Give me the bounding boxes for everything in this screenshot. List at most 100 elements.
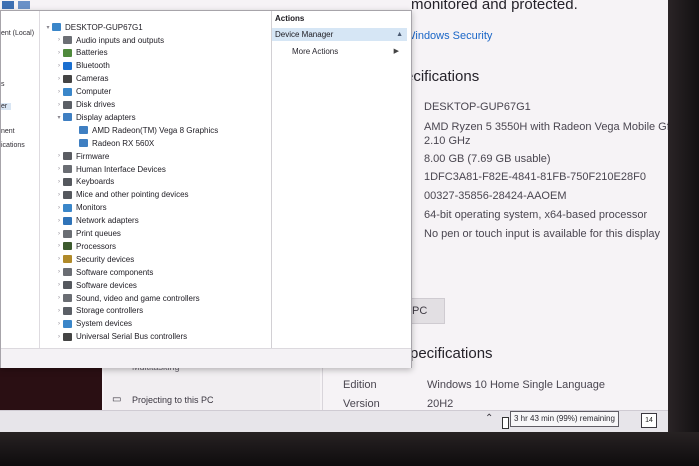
tree-item-label: Security devices [76,254,135,264]
windows-security-link[interactable]: Windows Security [405,30,492,42]
toolbar-icon[interactable] [2,1,14,9]
tree-item[interactable]: Radeon RX 560X [71,137,154,149]
nav-item[interactable]: s [1,81,5,88]
sound-icon [63,294,72,302]
tree-item[interactable]: › Computer [55,86,111,98]
tree-item-label: Print queues [76,229,121,238]
hid-icon [63,165,72,173]
chevron-up-icon[interactable]: ⌃ [485,413,493,424]
chevron-right-icon[interactable]: › [55,102,63,108]
chevron-right-icon[interactable]: › [55,218,63,224]
divider [322,362,323,410]
tree-item-label: Sound, video and game controllers [76,293,200,303]
computer-management-nav: ent (Local) s er nent ications [1,11,40,348]
chevron-right-icon[interactable]: › [55,192,63,198]
tree-item[interactable]: › Audio inputs and outputs [55,34,164,46]
monitor-bezel-right [668,0,699,466]
chevron-right-icon[interactable]: › [55,179,63,185]
tree-item[interactable]: › Universal Serial Bus controllers [55,331,187,343]
toolbar-monitor-icon[interactable] [18,1,30,9]
chevron-down-icon[interactable]: ▾ [44,24,52,31]
tree-item[interactable]: › Disk drives [55,99,115,111]
nav-item[interactable]: nent [1,128,15,135]
nav-projecting[interactable]: Projecting to this PC [132,395,214,405]
chevron-right-icon[interactable]: › [55,295,63,301]
tree-item-label: Display adapters [76,112,136,122]
tree-item[interactable]: › Cameras [55,73,108,85]
device-manager-window: ent (Local) s er nent ications ▾ DESKTOP… [0,10,412,368]
tree-root[interactable]: ▾ DESKTOP-GUP67G1 [44,21,142,33]
tree-item-label: Network adapters [76,216,139,226]
tree-item-label: Software components [76,267,154,277]
chevron-right-icon[interactable]: › [55,63,63,69]
tree-item[interactable]: › Software devices [55,279,137,291]
chevron-right-icon[interactable]: › [55,243,63,249]
nav-item[interactable]: ent (Local) [1,30,34,37]
device-specifications-heading: ecifications [405,68,480,85]
tree-item-label: Cameras [76,74,109,84]
battery-icon[interactable] [502,417,509,429]
chevron-right-icon[interactable]: › [55,334,63,340]
settings-nav: Multitasking ▭ Projecting to this PC [104,362,320,410]
tree-item-label: Software devices [76,280,137,290]
action-more-actions[interactable]: More Actions ▶ [272,45,407,58]
tree-item[interactable]: › Monitors [55,202,107,214]
network-icon [63,216,72,225]
chevron-right-icon[interactable]: › [55,37,63,43]
tree-item[interactable]: › Security devices [55,253,134,265]
tree-item[interactable]: › Batteries [55,47,108,59]
system-icon [63,319,72,328]
chevron-right-icon[interactable]: › [55,50,63,56]
chevron-right-icon[interactable]: › [55,256,63,262]
nav-item[interactable]: er [1,103,11,110]
tree-item[interactable]: › Software components [55,266,153,278]
action-device-manager[interactable]: Device Manager ▲ [272,28,407,41]
bluetooth-icon [63,61,72,70]
tree-item[interactable]: › Processors [55,240,116,252]
tree-item[interactable]: › Network adapters [55,215,139,227]
tree-item[interactable]: › Print queues [55,228,121,240]
nav-projecting-icon: ▭ [112,394,122,405]
chevron-right-icon[interactable]: › [55,205,63,211]
chevron-down-icon[interactable]: ▾ [55,114,63,121]
chevron-right-icon[interactable]: › [55,76,63,82]
firmware-icon [63,152,72,161]
tree-item-label: AMD Radeon(TM) Vega 8 Graphics [92,125,219,135]
ram-value: 8.00 GB (7.69 GB usable) [424,153,551,165]
tree-item[interactable]: › Human Interface Devices [55,163,166,175]
tree-item[interactable]: › Mice and other pointing devices [55,189,189,201]
collapse-up-icon[interactable]: ▲ [393,28,403,41]
taskbar: ⌃ 3 hr 43 min (99%) remaining 14 [0,410,668,432]
tree-item[interactable]: AMD Radeon(TM) Vega 8 Graphics [71,124,218,136]
chevron-right-icon[interactable]: › [55,89,63,95]
battery-tooltip: 3 hr 43 min (99%) remaining [510,411,619,427]
chevron-right-icon[interactable]: › [55,282,63,288]
chevron-right-icon[interactable]: › [55,269,63,275]
status-bar [1,348,411,368]
monitor-icon [63,203,72,212]
pen-touch-value: No pen or touch input is available for t… [424,228,661,240]
edition-label: Edition [343,379,377,391]
chevron-right-icon[interactable]: › [55,166,63,172]
tree-item[interactable]: › Storage controllers [55,305,143,317]
tree-item[interactable]: › Bluetooth [55,60,110,72]
chevron-right-icon[interactable]: › [55,321,63,327]
tree-item[interactable]: › Sound, video and game controllers [55,292,200,304]
rename-pc-button[interactable]: PC [409,298,445,324]
tree-item[interactable]: › Firmware [55,150,109,162]
notification-icon[interactable]: 14 [641,413,657,428]
speaker-icon [63,36,72,44]
keyboard-icon [63,177,72,186]
version-value: 20H2 [427,398,454,410]
chevron-right-icon[interactable]: › [55,231,63,237]
security-icon [63,255,72,264]
chevron-right-icon[interactable]: › [55,308,63,314]
tree-item[interactable]: › System devices [55,318,132,330]
tree-item-label: Storage controllers [76,306,144,316]
storage-icon [63,306,72,315]
tree-item-label: Audio inputs and outputs [76,35,165,45]
tree-item[interactable]: ▾ Display adapters [55,111,136,123]
nav-item[interactable]: ications [1,142,25,149]
chevron-right-icon[interactable]: › [55,153,63,159]
tree-item[interactable]: › Keyboards [55,176,114,188]
